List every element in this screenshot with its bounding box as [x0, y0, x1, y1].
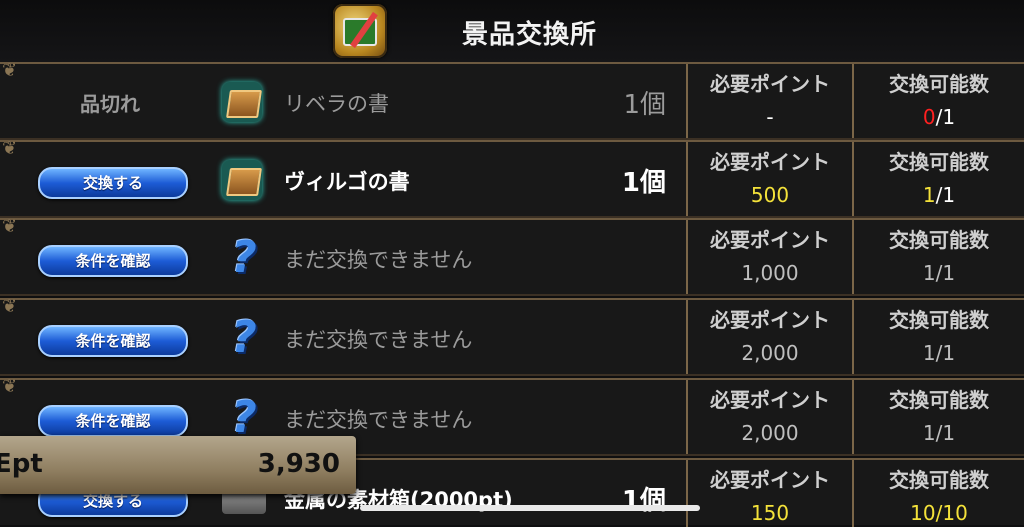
- required-points-value: 150: [750, 501, 790, 525]
- exchange-count-cell: 交換可能数 1/1: [852, 220, 1024, 294]
- points-value: 3,930: [257, 449, 340, 479]
- sold-out-label: 品切れ: [80, 92, 140, 116]
- page-title: 景品交換所: [462, 20, 598, 50]
- item-quantity: 1個: [621, 486, 666, 516]
- list-item: ❦ 品切れ リベラの書 1個 必要ポイント - 交換可能数 0/1: [0, 60, 1024, 140]
- ornament-icon: ❦: [2, 296, 18, 317]
- points-label: Ept: [0, 449, 43, 479]
- required-points-value: 2,000: [741, 421, 799, 445]
- exchange-count-value: 1/1: [922, 341, 956, 365]
- required-points-cell: 必要ポイント 2,000: [686, 380, 852, 454]
- ornament-icon: ❦: [2, 138, 18, 159]
- required-points-label: 必要ポイント: [710, 72, 830, 96]
- required-points-value: 1,000: [741, 261, 799, 285]
- ornament-icon: ❦: [2, 376, 18, 397]
- exchange-count-value: 1/1: [922, 261, 956, 285]
- exchange-count-label: 交換可能数: [889, 228, 989, 252]
- check-conditions-button[interactable]: 条件を確認: [38, 325, 188, 357]
- book-icon: [222, 160, 262, 200]
- item-name: まだ交換できません: [284, 248, 473, 272]
- item-name: ヴィルゴの書: [284, 170, 410, 194]
- exchange-count-cell: 交換可能数 0/1: [852, 64, 1024, 138]
- exchange-button[interactable]: 交換する: [38, 167, 188, 199]
- exchange-limit: /1: [935, 183, 956, 207]
- exchange-count-label: 交換可能数: [889, 150, 989, 174]
- required-points-label: 必要ポイント: [710, 150, 830, 174]
- exchange-count-value: 0/1: [854, 105, 1024, 129]
- exchange-count-cell: 交換可能数 10/10: [852, 460, 1024, 527]
- required-points-label: 必要ポイント: [710, 228, 830, 252]
- required-points-cell: 必要ポイント 2,000: [686, 300, 852, 374]
- item-name: まだ交換できません: [284, 408, 473, 432]
- list-item: ❦ 条件を確認 ? まだ交換できません 必要ポイント 1,000 交換可能数 1…: [0, 216, 1024, 296]
- exchange-count-cell: 交換可能数 1/1: [852, 300, 1024, 374]
- book-icon: [222, 82, 262, 122]
- list-item: ❦ 交換する ヴィルゴの書 1個 必要ポイント 500 交換可能数 1/1: [0, 138, 1024, 218]
- item-name: リベラの書: [284, 92, 389, 116]
- exchanged-count: 1: [922, 183, 936, 207]
- exchange-count-value: 10/10: [854, 501, 1024, 525]
- item-quantity: 1個: [621, 168, 666, 198]
- points-panel: Ept 3,930: [0, 436, 356, 494]
- question-icon: ?: [231, 232, 257, 283]
- check-conditions-button[interactable]: 条件を確認: [38, 405, 188, 437]
- exchange-count-label: 交換可能数: [889, 72, 989, 96]
- exchanged-count: 10: [910, 501, 936, 525]
- exchanged-count: 0: [922, 105, 936, 129]
- shop-exchange-icon: [333, 4, 387, 58]
- exchange-count-cell: 交換可能数 1/1: [852, 380, 1024, 454]
- required-points-value: 2,000: [741, 341, 799, 365]
- required-points-label: 必要ポイント: [710, 388, 830, 412]
- question-icon: ?: [231, 392, 257, 443]
- required-points-cell: 必要ポイント -: [686, 64, 852, 138]
- header-bar: 景品交換所: [0, 0, 1024, 64]
- list-item: ❦ 条件を確認 ? まだ交換できません 必要ポイント 2,000 交換可能数 1…: [0, 296, 1024, 376]
- required-points-label: 必要ポイント: [710, 468, 830, 492]
- exchange-count-value: 1/1: [854, 183, 1024, 207]
- exchange-limit: /10: [935, 501, 968, 525]
- check-conditions-button[interactable]: 条件を確認: [38, 245, 188, 277]
- required-points-label: 必要ポイント: [710, 308, 830, 332]
- ornament-icon: ❦: [2, 60, 18, 81]
- ornament-icon: ❦: [2, 216, 18, 237]
- exchange-count-label: 交換可能数: [889, 388, 989, 412]
- exchange-count-label: 交換可能数: [889, 468, 989, 492]
- exchange-count-value: 1/1: [922, 421, 956, 445]
- required-points-cell: 必要ポイント 1,000: [686, 220, 852, 294]
- item-quantity: 1個: [623, 90, 666, 120]
- exchange-count-cell: 交換可能数 1/1: [852, 142, 1024, 216]
- required-points-cell: 必要ポイント 500: [686, 142, 852, 216]
- required-points-value: 500: [750, 183, 790, 207]
- required-points-value: -: [766, 105, 774, 129]
- question-icon: ?: [231, 312, 257, 363]
- home-indicator[interactable]: [360, 505, 700, 511]
- item-name: まだ交換できません: [284, 328, 473, 352]
- exchange-count-label: 交換可能数: [889, 308, 989, 332]
- exchange-limit: /1: [935, 105, 956, 129]
- required-points-cell: 必要ポイント 150: [686, 460, 852, 527]
